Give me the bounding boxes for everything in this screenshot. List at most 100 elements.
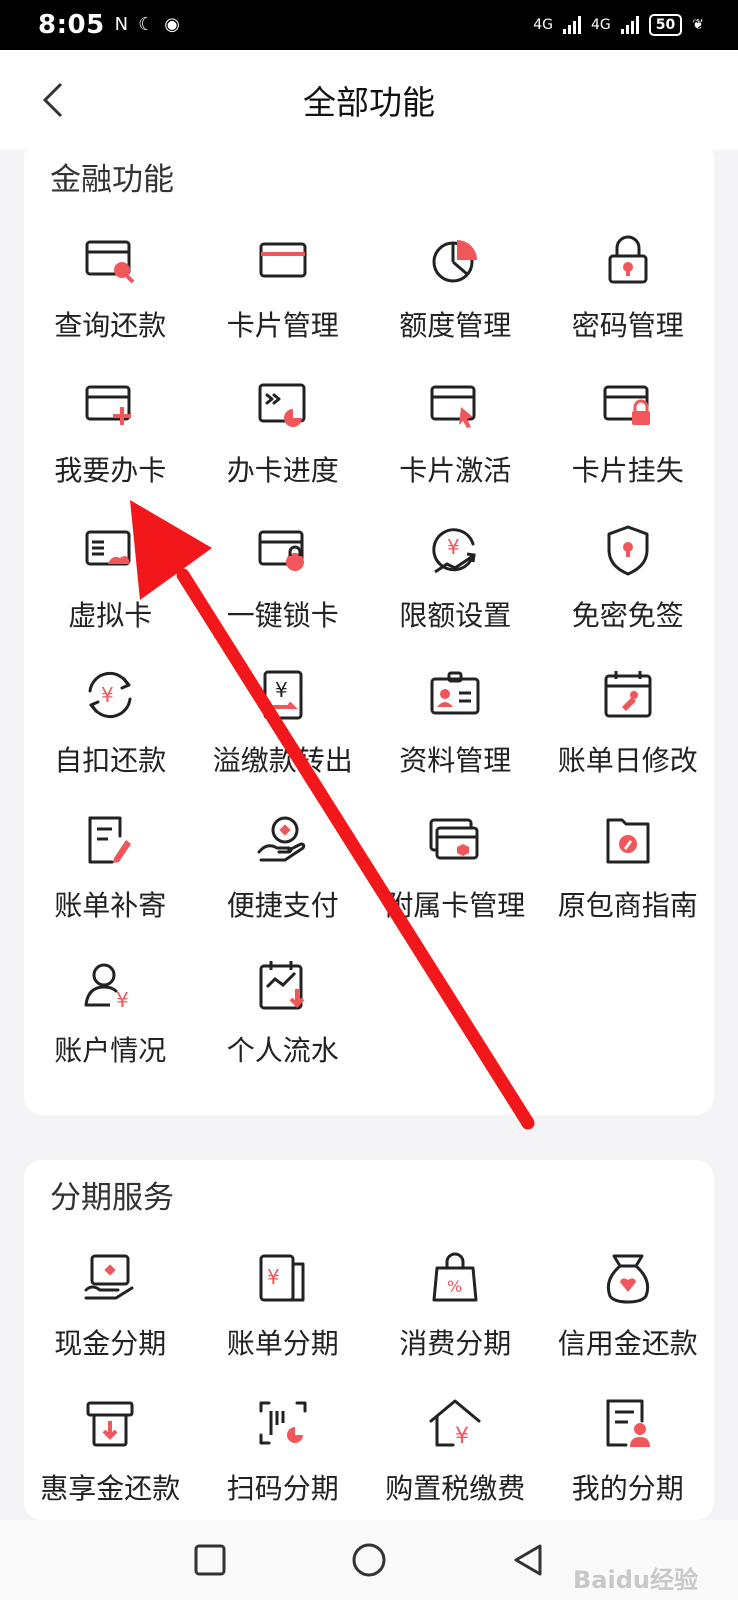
function-item[interactable]: 信用金还款: [542, 1248, 715, 1393]
triangle-back-icon: [514, 1544, 542, 1576]
function-item-label: 资料管理: [399, 744, 512, 777]
function-item[interactable]: ¥ 溢缴款转出: [197, 665, 370, 810]
scan-code-icon: [255, 1395, 311, 1451]
svg-text:¥: ¥: [101, 683, 114, 707]
shield-icon: [600, 522, 656, 578]
card-icon: [255, 232, 311, 288]
back-button[interactable]: [36, 80, 70, 120]
function-item[interactable]: 查询还款: [24, 230, 197, 375]
svg-text:¥: ¥: [275, 678, 288, 702]
leaf-icon: ❦: [692, 17, 704, 33]
card-search-icon: [82, 232, 138, 288]
function-item-label: 购置税缴费: [385, 1472, 526, 1505]
my-installment-icon: [600, 1395, 656, 1451]
card-progress-icon: [255, 377, 311, 433]
function-item[interactable]: 卡片挂失: [542, 375, 715, 520]
function-item[interactable]: 个人流水: [197, 955, 370, 1100]
function-item-label: 扫码分期: [226, 1472, 339, 1505]
function-item[interactable]: 附属卡管理: [369, 810, 542, 955]
function-item-label: 我的分期: [571, 1472, 684, 1505]
function-item-label: 账单补寄: [54, 889, 167, 922]
status-bar-left: 8:05 N ☾ ◉: [38, 10, 180, 40]
svg-text:%: %: [447, 1277, 462, 1296]
function-item[interactable]: 原包商指南: [542, 810, 715, 955]
function-item-label: 个人流水: [226, 1034, 339, 1067]
function-item-label: 便捷支付: [226, 889, 339, 922]
calendar-edit-icon: [600, 667, 656, 723]
function-item-label: 一键锁卡: [226, 599, 339, 632]
function-item[interactable]: 现金分期: [24, 1248, 197, 1393]
nfc-icon: N: [114, 14, 129, 35]
function-item[interactable]: 免密免签: [542, 520, 715, 665]
function-item-label: 账单分期: [226, 1327, 339, 1360]
bill-installment-icon: ¥: [255, 1250, 311, 1306]
signal-icon: [620, 16, 639, 34]
function-item-label: 密码管理: [571, 309, 684, 342]
page-title: 全部功能: [303, 83, 435, 122]
function-item-label: 账户情况: [54, 1034, 167, 1067]
header: 全部功能: [0, 50, 738, 150]
supplementary-card-icon: [427, 812, 483, 868]
function-item-label: 额度管理: [399, 309, 512, 342]
function-item[interactable]: 扫码分期: [197, 1393, 370, 1538]
function-item-label: 附属卡管理: [385, 889, 526, 922]
function-item[interactable]: ¥ 自扣还款: [24, 665, 197, 810]
function-item[interactable]: 额度管理: [369, 230, 542, 375]
house-tax-icon: ¥: [427, 1395, 483, 1451]
atm-download-icon: [82, 1395, 138, 1451]
hand-coin-icon: [255, 812, 311, 868]
function-item-label: 账单日修改: [557, 744, 698, 777]
bill-resend-icon: [82, 812, 138, 868]
back-nav-button[interactable]: [508, 1540, 548, 1580]
cash-installment-icon: [82, 1250, 138, 1306]
money-bag-icon: [600, 1250, 656, 1306]
function-item[interactable]: ¥ 账户情况: [24, 955, 197, 1100]
circle-icon: [352, 1543, 386, 1577]
function-item-label: 现金分期: [54, 1327, 167, 1360]
signal-icon: [563, 16, 582, 34]
svg-text:¥: ¥: [116, 988, 129, 1012]
function-item-label: 卡片挂失: [571, 454, 684, 487]
function-item[interactable]: 虚拟卡: [24, 520, 197, 665]
section-title: 金融功能: [50, 162, 174, 198]
auto-repay-icon: ¥: [82, 667, 138, 723]
function-item[interactable]: 账单日修改: [542, 665, 715, 810]
function-item[interactable]: 资料管理: [369, 665, 542, 810]
lock-icon: [600, 232, 656, 288]
section-title: 分期服务: [50, 1180, 174, 1216]
function-item[interactable]: 卡片激活: [369, 375, 542, 520]
status-bar-right: 4G 4G 50 ❦: [533, 14, 704, 36]
function-item[interactable]: 卡片管理: [197, 230, 370, 375]
function-item[interactable]: 我的分期: [542, 1393, 715, 1538]
function-item-label: 卡片激活: [399, 454, 512, 487]
function-item[interactable]: 惠享金还款: [24, 1393, 197, 1538]
function-item[interactable]: 账单补寄: [24, 810, 197, 955]
function-item-label: 卡片管理: [226, 309, 339, 342]
function-item-label: 我要办卡: [54, 454, 167, 487]
function-item[interactable]: ¥ 限额设置: [369, 520, 542, 665]
home-button[interactable]: [349, 1540, 389, 1580]
function-item[interactable]: 密码管理: [542, 230, 715, 375]
card-activate-icon: [427, 377, 483, 433]
function-item[interactable]: % 消费分期: [369, 1248, 542, 1393]
chevron-left-icon: [42, 82, 63, 118]
function-item[interactable]: ¥ 购置税缴费: [369, 1393, 542, 1538]
network-type-1: 4G: [533, 17, 554, 33]
id-card-icon: [427, 667, 483, 723]
function-item-label: 虚拟卡: [68, 599, 153, 632]
recent-apps-button[interactable]: [190, 1540, 230, 1580]
watermark: Baidu经验: [573, 1566, 698, 1594]
function-item[interactable]: ¥ 账单分期: [197, 1248, 370, 1393]
svg-text:¥: ¥: [455, 1424, 469, 1449]
function-item[interactable]: 办卡进度: [197, 375, 370, 520]
pie-chart-icon: [427, 232, 483, 288]
card-add-icon: [82, 377, 138, 433]
card-lock-icon: [600, 377, 656, 433]
section-finance: 金融功能 查询还款 卡片管理 额度管理 密码管理我要办卡 办卡进度 卡片激活 卡片挂失虚拟卡…: [24, 140, 714, 1115]
function-item-label: 原包商指南: [557, 889, 698, 922]
overpay-transfer-icon: ¥: [255, 667, 311, 723]
statement-icon: [255, 957, 311, 1013]
function-item[interactable]: 便捷支付: [197, 810, 370, 955]
function-item[interactable]: 一键锁卡: [197, 520, 370, 665]
function-item[interactable]: 我要办卡: [24, 375, 197, 520]
